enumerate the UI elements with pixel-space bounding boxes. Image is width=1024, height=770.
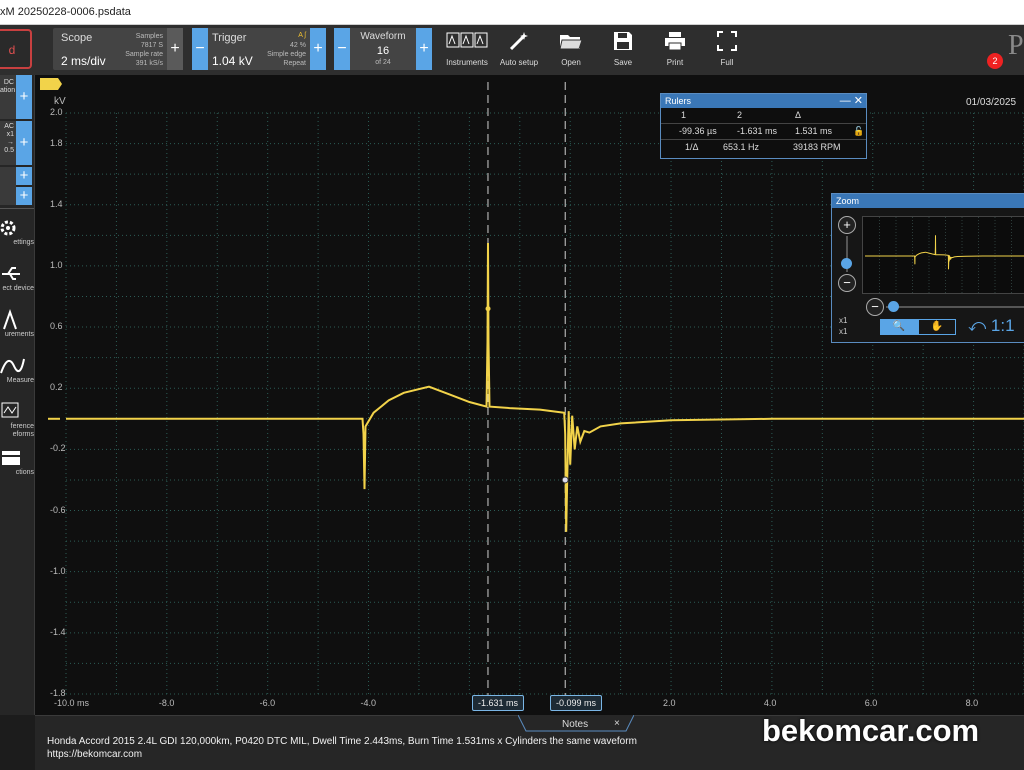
zoom-x-factor: x1 — [839, 316, 848, 325]
x-tick-label: -4.0 — [360, 698, 377, 708]
ruler-1-label[interactable]: -1.631 ms — [472, 695, 525, 711]
rulers-col3: Δ — [795, 110, 802, 120]
y-tick-label: 0.6 — [50, 321, 63, 332]
rpm-value: 39183 RPM — [793, 142, 841, 152]
x-tick-label: 4.0 — [763, 698, 777, 708]
notes-tab[interactable]: Notes × — [522, 717, 632, 732]
rulers-col1: 1 — [681, 110, 687, 120]
y-tick-label: -1.8 — [50, 688, 66, 698]
ruler-2-label[interactable]: -0.099 ms — [550, 695, 603, 711]
zoom-overview-trace — [865, 217, 1024, 295]
zoom-overview[interactable] — [862, 216, 1024, 295]
zoom-vertical-thumb[interactable] — [841, 258, 852, 269]
trace-cursor-marker — [561, 476, 569, 484]
zoom-in-button[interactable]: + — [838, 216, 856, 234]
zoom-header: Zoom — [832, 194, 1024, 208]
watermark: bekomcar.com — [762, 713, 980, 748]
ruler-2-value: -1.631 ms — [737, 126, 778, 136]
x-tick-label: 6.0 — [864, 698, 878, 708]
undo-icon: ⤺ — [968, 316, 991, 335]
rulers-title: Rulers — [665, 96, 692, 106]
trigger-position-marker — [40, 78, 62, 90]
x-tick-label: -6.0 — [259, 698, 276, 708]
zoom-horizontal-thumb[interactable] — [888, 301, 899, 312]
y-tick-label: 1.0 — [50, 259, 63, 270]
zoom-panel: Zoom + − − x1 x1 🔍 ✋ ⤺ 1:1 — [831, 193, 1024, 343]
waveform-chart[interactable] — [0, 0, 1024, 770]
rulers-col2: 2 — [737, 110, 743, 120]
y-tick-label: -1.4 — [50, 626, 66, 637]
y-unit-label: kV — [54, 96, 66, 107]
rulers-header-row: 1 2 Δ — [661, 108, 866, 124]
notes-tab-label: Notes — [562, 719, 589, 730]
x-tick-label: 2.0 — [663, 698, 676, 708]
zoom-title: Zoom — [836, 196, 860, 206]
notes-text-line2: https://bekomcar.com — [47, 749, 143, 760]
y-tick-label: 1.8 — [50, 137, 63, 148]
capture-date: 01/03/2025 — [966, 97, 1017, 108]
y-tick-label: -1.0 — [50, 565, 66, 576]
zoom-ratio: 1:1 — [990, 316, 1015, 335]
zoom-overview-line — [865, 235, 1024, 270]
zoom-horizontal-minus-button[interactable]: − — [866, 298, 884, 316]
y-tick-label: 2.0 — [50, 107, 63, 117]
notes-close-icon[interactable]: × — [614, 718, 620, 729]
ruler-delta-value: 1.531 ms — [795, 126, 833, 136]
zoom-y-factor: x1 — [839, 327, 848, 336]
x-tick-label: -10.0 ms — [54, 698, 90, 708]
ruler-1-value: -99.36 µs — [679, 126, 717, 136]
trace-point-marker — [485, 306, 491, 312]
frequency-value: 653.1 Hz — [723, 142, 760, 152]
rulers-header: Rulers — ✕ — [661, 94, 866, 108]
app-window: xM 20250228-0006.psdata d Scope 2 ms/div… — [0, 0, 1024, 770]
zoom-out-button[interactable]: − — [838, 274, 856, 292]
rulers-window-controls[interactable]: — ✕ — [840, 94, 863, 108]
rulers-panel: Rulers — ✕ 1 2 Δ -99.36 µs -1.631 ms 1.5… — [660, 93, 867, 159]
undo-zoom-button[interactable]: ⤺ 1:1 — [968, 316, 1015, 336]
y-tick-label: 0.2 — [50, 382, 63, 393]
x-tick-label: 8.0 — [965, 698, 979, 708]
hand-tool-button[interactable]: ✋ — [918, 319, 956, 335]
zoom-tool-button[interactable]: 🔍 — [880, 319, 918, 335]
zoom-horizontal-slider[interactable] — [886, 306, 1024, 308]
rulers-value-row: -99.36 µs -1.631 ms 1.531 ms 🔓 — [661, 124, 866, 140]
rulers-frequency-row: 1/Δ 653.1 Hz 39183 RPM — [661, 140, 866, 156]
y-tick-label: 1.4 — [50, 198, 63, 209]
notes-text-line1: Honda Accord 2015 2.4L GDI 120,000km, P0… — [47, 736, 637, 747]
lock-icon[interactable]: 🔓 — [853, 126, 864, 137]
y-tick-label: -0.2 — [50, 443, 66, 454]
x-tick-label: -8.0 — [158, 698, 175, 708]
y-tick-label: -0.6 — [50, 504, 66, 515]
inverse-delta-label: 1/Δ — [685, 142, 699, 152]
